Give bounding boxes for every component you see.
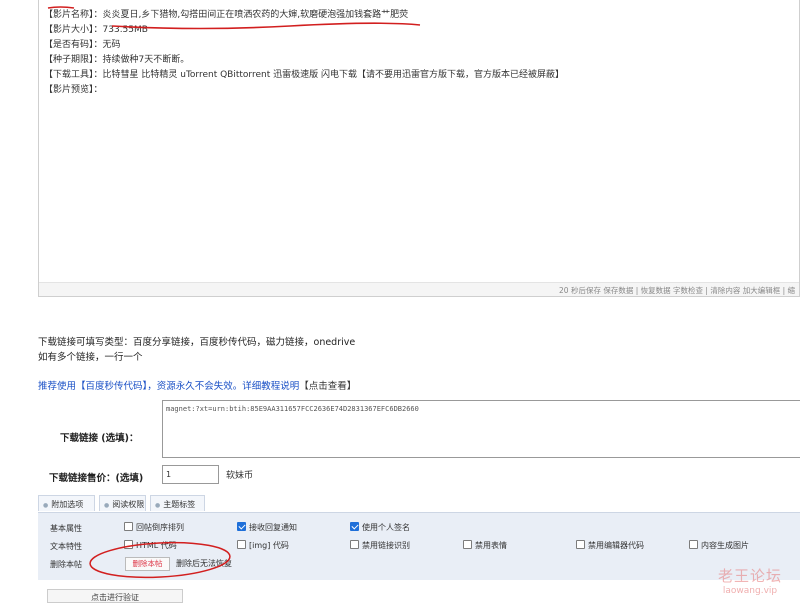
checkbox-reverse-order[interactable] <box>124 522 133 531</box>
checkbox-reply-notify[interactable] <box>237 522 246 531</box>
site-watermark: 老王论坛 laowang.vip <box>718 565 782 596</box>
tab-topic-tags[interactable]: ● 主题标签 <box>150 495 205 511</box>
checkbox-label: 禁用表情 <box>475 541 507 550</box>
text-props-label: 文本特性 <box>50 542 82 551</box>
tab-dot-icon: ● <box>43 502 49 509</box>
recommend-link[interactable]: 【点击查看】 <box>299 381 356 392</box>
download-link-label: 下载链接 (选填)： <box>60 433 139 444</box>
field-key: 【影片名称】 <box>44 10 94 20</box>
editor-status-text[interactable]: 20 秒后保存 保存数据 | 恢复数据 字数检查 | 清除内容 加大编辑框 | … <box>559 285 795 296</box>
recommend-note: 推荐使用【百度秒传代码】，资源永久不会失效。详细教程说明【点击查看】 <box>38 378 356 392</box>
field-value: ：733.55MB <box>93 25 148 35</box>
checkbox-disable-editor-code[interactable] <box>576 540 585 549</box>
checkbox-label: [img] 代码 <box>249 541 289 550</box>
tab-label: 主题标签 <box>163 500 196 509</box>
field-key: 【影片大小】 <box>44 25 94 35</box>
tab-dot-icon: ● <box>155 502 161 509</box>
field-key: 【影片预览】 <box>44 85 94 95</box>
checkbox-use-signature[interactable] <box>350 522 359 531</box>
checkbox-label: 使用个人签名 <box>362 523 410 532</box>
delete-post-button[interactable]: 删除本帖 <box>125 557 170 571</box>
field-value: ：持续做种7天不断断。 <box>93 55 190 65</box>
editor-line-size: 【影片大小】：733.55MB <box>44 23 564 38</box>
checkbox-disable-smilies[interactable] <box>463 540 472 549</box>
checkbox-label: 禁用编辑器代码 <box>588 541 644 550</box>
multi-link-note: 如有多个链接，一行一个 <box>38 352 143 363</box>
editor-line-seed: 【种子期限】：持续做种7天不断断。 <box>44 53 564 68</box>
editor-line-censor: 【是否有码】：无码 <box>44 38 564 53</box>
watermark-title: 老王论坛 <box>718 567 783 585</box>
checkbox-label: 禁用链接识别 <box>362 541 410 550</box>
field-key: 【是否有码】 <box>44 40 94 50</box>
field-key: 【种子期限】 <box>44 55 94 65</box>
field-value: ：炎炎夏日,乡下猎物,勾搭田间正在喷洒农药的大婶,软磨硬泡强加钱套路艹肥荧 <box>93 10 409 20</box>
price-label: 下载链接售价：(选填) <box>49 473 144 484</box>
checkbox-html-code[interactable] <box>124 540 133 549</box>
delete-post-label: 删除本帖 <box>50 560 82 569</box>
watermark-url: laowang.vip <box>722 586 778 596</box>
tab-label: 阅读权限 <box>112 500 145 509</box>
checkbox-label: HTML 代码 <box>136 541 177 550</box>
tab-read-permission[interactable]: ● 阅读权限 <box>99 495 146 511</box>
recommend-text: 推荐使用【百度秒传代码】，资源永久不会失效。详细教程说明 <box>38 381 300 392</box>
checkbox-label: 回帖倒序排列 <box>136 523 184 532</box>
price-input[interactable]: 1 <box>162 465 219 484</box>
field-value: ：比特彗星 比特精灵 uTorrent QBittorrent 迅雷极速版 闪电… <box>93 70 564 80</box>
post-editor[interactable]: 【影片名称】：炎炎夏日,乡下猎物,勾搭田间正在喷洒农药的大婶,软磨硬泡强加钱套路… <box>38 0 800 297</box>
checkbox-label: 内容生成图片 <box>701 541 749 550</box>
checkbox-disable-link[interactable] <box>350 540 359 549</box>
tab-extra-options[interactable]: ● 附加选项 <box>38 495 95 511</box>
checkbox-content-image[interactable] <box>689 540 698 549</box>
delete-warning: 删除后无法恢复 <box>176 559 232 568</box>
field-value: ： <box>93 85 103 95</box>
editor-line-preview: 【影片预览】： <box>44 83 564 98</box>
link-types-note: 下载链接可填写类型：百度分享链接，百度秒传代码，磁力链接，onedrive <box>38 337 356 348</box>
editor-line-title: 【影片名称】：炎炎夏日,乡下猎物,勾搭田间正在喷洒农药的大婶,软磨硬泡强加钱套路… <box>44 8 564 23</box>
basic-props-label: 基本属性 <box>50 524 82 533</box>
editor-status-bar: 20 秒后保存 保存数据 | 恢复数据 字数检查 | 清除内容 加大编辑框 | … <box>39 282 799 296</box>
checkbox-label: 接收回复通知 <box>249 523 297 532</box>
tab-dot-icon: ● <box>104 502 110 509</box>
editor-content[interactable]: 【影片名称】：炎炎夏日,乡下猎物,勾搭田间正在喷洒农药的大婶,软磨硬泡强加钱套路… <box>44 8 564 98</box>
field-key: 【下载工具】 <box>44 70 94 80</box>
field-value: ：无码 <box>93 40 121 50</box>
price-unit: 软妹币 <box>226 471 254 481</box>
editor-line-tools: 【下载工具】：比特彗星 比特精灵 uTorrent QBittorrent 迅雷… <box>44 68 564 83</box>
checkbox-img-code[interactable] <box>237 540 246 549</box>
download-link-input[interactable]: magnet:?xt=urn:btih:85E9AA311657FCC2636E… <box>162 400 800 458</box>
tab-label: 附加选项 <box>51 500 84 509</box>
